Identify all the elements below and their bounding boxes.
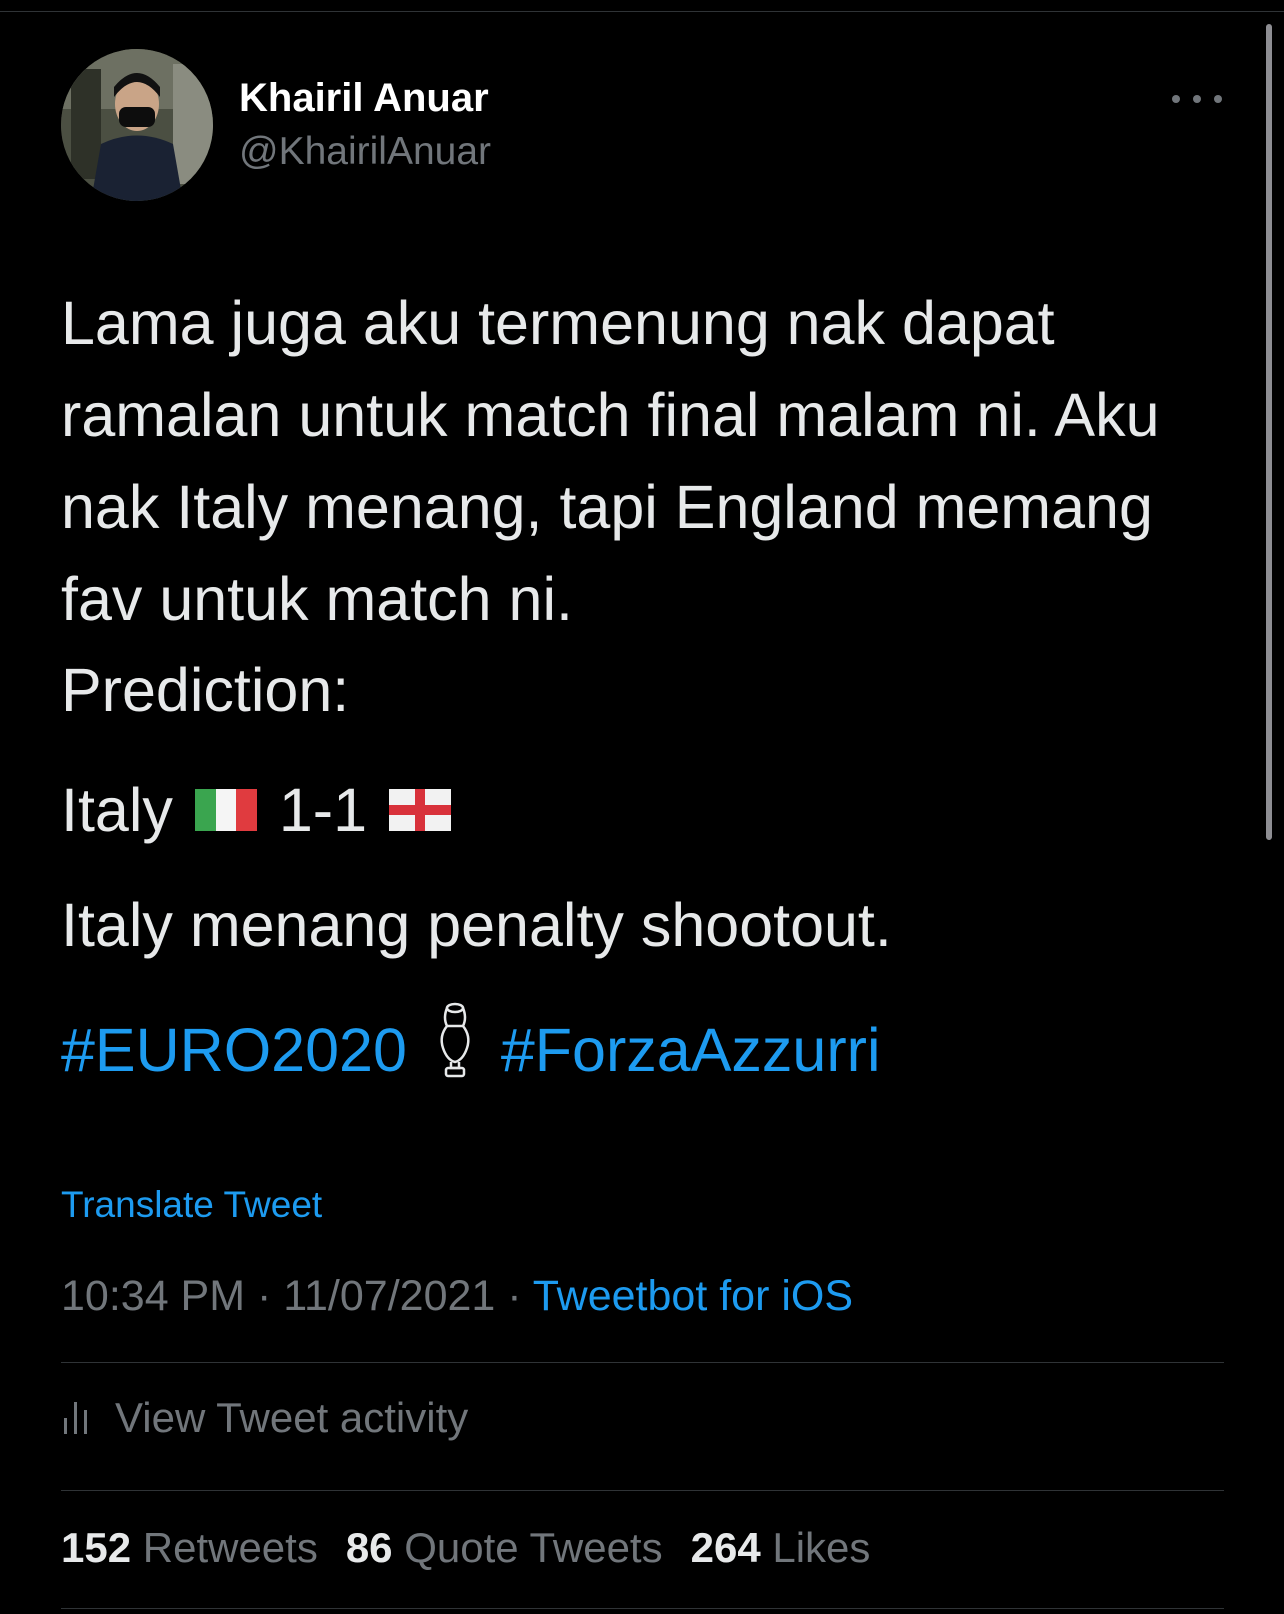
score-value: 1-1 xyxy=(278,776,368,844)
quote-tweets-label: Quote Tweets xyxy=(404,1524,663,1571)
scrollbar[interactable] xyxy=(1266,24,1272,840)
tweet-prediction-label: Prediction: xyxy=(61,656,350,724)
england-flag-icon xyxy=(389,770,452,850)
tweet-client-link[interactable]: Tweetbot for iOS xyxy=(533,1272,853,1320)
tweet-score-line: Italy 1-1 xyxy=(61,770,473,850)
view-tweet-activity-button[interactable]: View Tweet activity xyxy=(61,1394,468,1442)
more-horizontal-icon xyxy=(1172,95,1180,103)
tweet-date: 11/07/2021 xyxy=(283,1272,496,1320)
divider xyxy=(61,1608,1224,1609)
more-options-button[interactable] xyxy=(1172,86,1222,112)
tweet-time: 10:34 PM xyxy=(61,1272,246,1320)
likes-stat[interactable]: 264 Likes xyxy=(691,1524,871,1572)
view-tweet-activity-label: View Tweet activity xyxy=(115,1394,469,1441)
avatar[interactable] xyxy=(61,49,213,201)
likes-count: 264 xyxy=(690,1524,761,1571)
meta-separator: · xyxy=(507,1272,522,1320)
translate-tweet-link[interactable]: Translate Tweet xyxy=(61,1184,322,1226)
author-display-name[interactable]: Khairil Anuar xyxy=(239,76,489,121)
divider xyxy=(61,1362,1224,1363)
score-team: Italy xyxy=(61,776,173,844)
retweets-stat[interactable]: 152 Retweets xyxy=(61,1524,318,1572)
more-horizontal-icon xyxy=(1214,95,1222,103)
hashtag-link[interactable]: #ForzaAzzurri xyxy=(501,1010,881,1090)
quote-tweets-stat[interactable]: 86 Quote Tweets xyxy=(346,1524,663,1572)
more-horizontal-icon xyxy=(1193,95,1201,103)
likes-label: Likes xyxy=(772,1524,871,1571)
avatar-photo xyxy=(61,49,213,201)
bar-chart-icon xyxy=(61,1396,91,1441)
tweet-meta: 10:34 PM · 11/07/2021 · Tweetbot for iOS xyxy=(61,1272,853,1321)
tweet-result-line: Italy menang penalty shootout. xyxy=(61,891,892,959)
top-divider xyxy=(0,11,1284,12)
meta-separator: · xyxy=(257,1272,272,1320)
trophy-icon xyxy=(437,1002,473,1097)
retweets-count: 152 xyxy=(61,1524,132,1571)
author-handle[interactable]: @KhairilAnuar xyxy=(239,130,491,174)
italy-flag-icon xyxy=(194,770,257,850)
hashtag-link[interactable]: #EURO2020 xyxy=(61,1010,407,1090)
tweet-paragraph: Lama juga aku termenung nak dapat ramala… xyxy=(61,289,1160,633)
divider xyxy=(61,1490,1224,1491)
tweet-hashtags: #EURO2020 #ForzaAzzurri xyxy=(61,1002,881,1097)
tweet-stats: 152 Retweets 86 Quote Tweets 264 Likes xyxy=(61,1524,898,1572)
quote-tweets-count: 86 xyxy=(345,1524,393,1571)
retweets-label: Retweets xyxy=(142,1524,318,1571)
